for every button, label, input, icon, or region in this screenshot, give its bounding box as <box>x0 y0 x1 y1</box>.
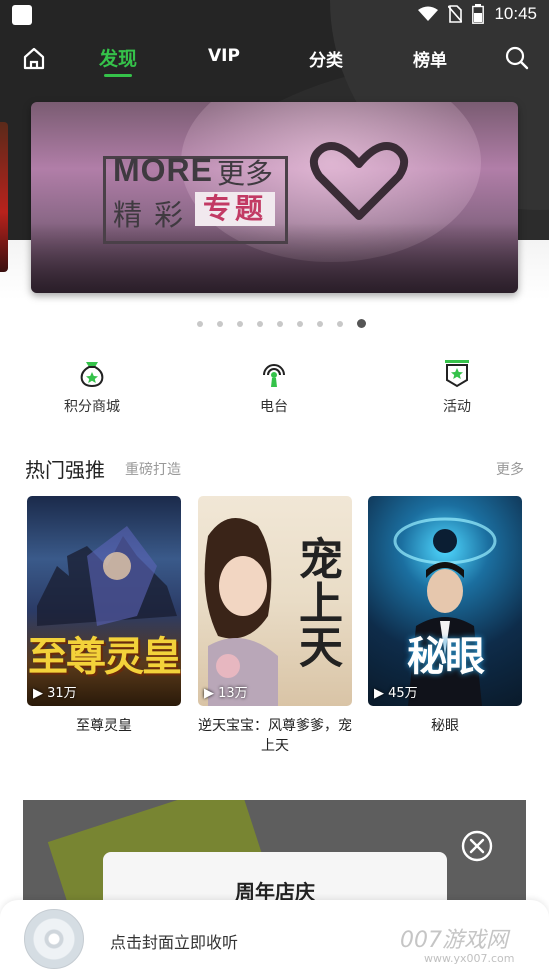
app-notification-icon <box>12 5 32 25</box>
carousel-dot[interactable] <box>337 320 343 327</box>
cover-title: 秘眼 <box>407 634 485 680</box>
carousel-dot[interactable] <box>257 320 263 327</box>
play-count: ▶ 45万 <box>374 686 418 701</box>
book-card[interactable]: 宠上天 ▶ 13万 逆天宝宝：风尊爹爹，宠上天 <box>198 496 352 756</box>
book-title[interactable]: 秘眼 <box>368 716 522 736</box>
play-count-value: 31万 <box>47 686 77 701</box>
shortcut-label: 积分商城 <box>64 399 120 415</box>
section-title: 热门强推 <box>25 458 105 482</box>
battery-icon <box>472 4 485 24</box>
banner-title-more-cn: 更多 <box>217 157 274 190</box>
shortcut-label: 活动 <box>443 399 471 415</box>
carousel-dot[interactable] <box>297 320 303 327</box>
carousel-pagination <box>197 319 366 328</box>
book-cover[interactable]: 秘眼 ▶ 45万 <box>368 496 522 706</box>
banner-title-topic: 专题 <box>195 192 276 226</box>
book-cover[interactable]: 至尊灵皇 ▶ 31万 <box>27 496 181 706</box>
carousel-dot[interactable] <box>237 320 243 327</box>
player-prompt: 点击封面立即收听 <box>110 933 239 952</box>
carousel-dot-active[interactable] <box>357 319 366 328</box>
play-count-value: 13万 <box>218 686 248 701</box>
shortcut-points-mall[interactable]: 积分商城 <box>42 358 142 416</box>
tab-discover[interactable]: 发现 <box>99 44 137 71</box>
carousel-dot[interactable] <box>277 320 283 327</box>
no-sim-icon <box>448 5 463 23</box>
watermark-url: www.yx007.com <box>424 952 515 965</box>
shortcut-radio[interactable]: 电台 <box>224 358 324 416</box>
close-icon[interactable] <box>461 830 493 862</box>
carousel-dot[interactable] <box>217 320 223 327</box>
previous-banner-peek[interactable] <box>0 122 8 272</box>
status-time: 10:45 <box>494 4 537 23</box>
banner-title-wonderful: 精彩 <box>113 198 196 232</box>
book-title[interactable]: 逆天宝宝：风尊爹爹，宠上天 <box>198 716 352 756</box>
banner-carousel[interactable]: MORE 更多 精彩 专题 <box>31 102 518 293</box>
home-icon[interactable] <box>20 44 48 72</box>
book-card[interactable]: 秘眼 ▶ 45万 秘眼 <box>368 496 522 736</box>
tab-vip[interactable]: VIP <box>208 46 240 66</box>
play-count: ▶ 31万 <box>33 686 77 701</box>
carousel-dot[interactable] <box>317 320 323 327</box>
points-mall-icon <box>80 362 104 388</box>
activity-icon <box>445 360 469 388</box>
search-icon[interactable] <box>503 44 531 72</box>
wifi-icon <box>418 6 439 21</box>
tab-ranking[interactable]: 榜单 <box>413 46 447 71</box>
more-link[interactable]: 更多 <box>496 459 524 479</box>
shortcut-activity[interactable]: 活动 <box>407 358 507 416</box>
status-bar: 10:45 <box>0 0 549 32</box>
mini-player: 点击封面立即收听 007游戏网 www.yx007.com <box>0 900 549 976</box>
cover-title: 至尊灵皇 <box>28 634 181 680</box>
book-cover[interactable]: 宠上天 ▶ 13万 <box>198 496 352 706</box>
section-subtitle: 重磅打造 <box>125 462 181 478</box>
play-count: ▶ 13万 <box>204 686 248 701</box>
banner-title-more: MORE <box>113 152 213 188</box>
active-tab-indicator <box>104 74 132 77</box>
book-title[interactable]: 至尊灵皇 <box>27 716 181 736</box>
disc-cover-icon[interactable] <box>24 909 84 969</box>
cover-title: 宠上天 <box>291 536 342 668</box>
book-card[interactable]: 至尊灵皇 ▶ 31万 至尊灵皇 <box>27 496 181 736</box>
shortcut-label: 电台 <box>260 399 288 415</box>
play-count-value: 45万 <box>388 686 418 701</box>
tab-category[interactable]: 分类 <box>309 46 343 71</box>
radio-icon <box>263 364 285 387</box>
heart-hands-image <box>309 142 409 220</box>
watermark-brand: 007游戏网 <box>400 928 508 953</box>
carousel-dot[interactable] <box>197 320 203 327</box>
top-navigation: 发现 VIP 分类 榜单 <box>0 38 549 78</box>
